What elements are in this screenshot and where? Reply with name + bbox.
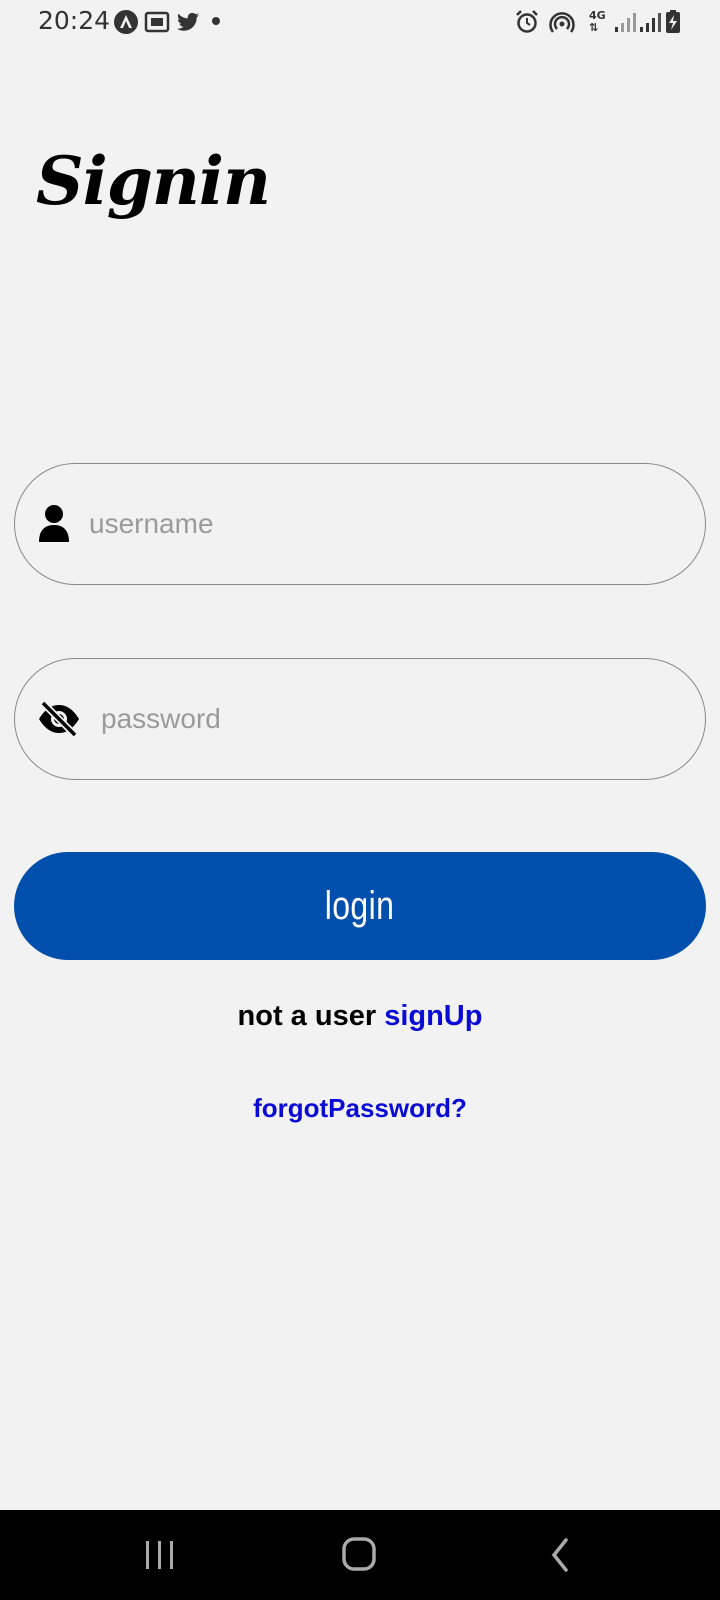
back-icon[interactable] bbox=[542, 1535, 586, 1575]
username-input[interactable] bbox=[89, 494, 665, 554]
twitter-icon bbox=[177, 12, 199, 31]
signal-icon bbox=[615, 13, 636, 32]
password-field[interactable] bbox=[14, 658, 706, 780]
page-title: Signin bbox=[36, 142, 271, 220]
status-bar: 20:24 4G ⇅ bbox=[0, 0, 720, 44]
login-button-label: login bbox=[325, 883, 395, 928]
eye-off-icon[interactable] bbox=[37, 699, 81, 739]
battery-charging-icon bbox=[666, 10, 680, 33]
status-time: 20:24 bbox=[38, 6, 111, 35]
signal-icon bbox=[640, 13, 661, 32]
notification-dot bbox=[212, 17, 220, 25]
navigation-bar bbox=[0, 1510, 720, 1600]
signup-row: not a user signUp bbox=[0, 1000, 720, 1033]
alarm-icon bbox=[516, 10, 538, 33]
username-field[interactable] bbox=[14, 463, 706, 585]
signup-link[interactable]: signUp bbox=[384, 1000, 482, 1032]
recents-icon[interactable] bbox=[138, 1535, 182, 1575]
login-button[interactable]: login bbox=[14, 852, 706, 960]
cast-icon bbox=[144, 11, 170, 33]
password-input[interactable] bbox=[101, 689, 665, 749]
signup-prefix: not a user bbox=[237, 1000, 377, 1032]
home-icon[interactable] bbox=[338, 1535, 382, 1575]
nav-app-icon bbox=[114, 10, 138, 34]
hotspot-icon bbox=[549, 12, 575, 33]
user-icon bbox=[39, 505, 69, 542]
forgot-password-link[interactable]: forgotPassword? bbox=[0, 1093, 720, 1124]
4g-icon: 4G ⇅ bbox=[589, 9, 606, 34]
